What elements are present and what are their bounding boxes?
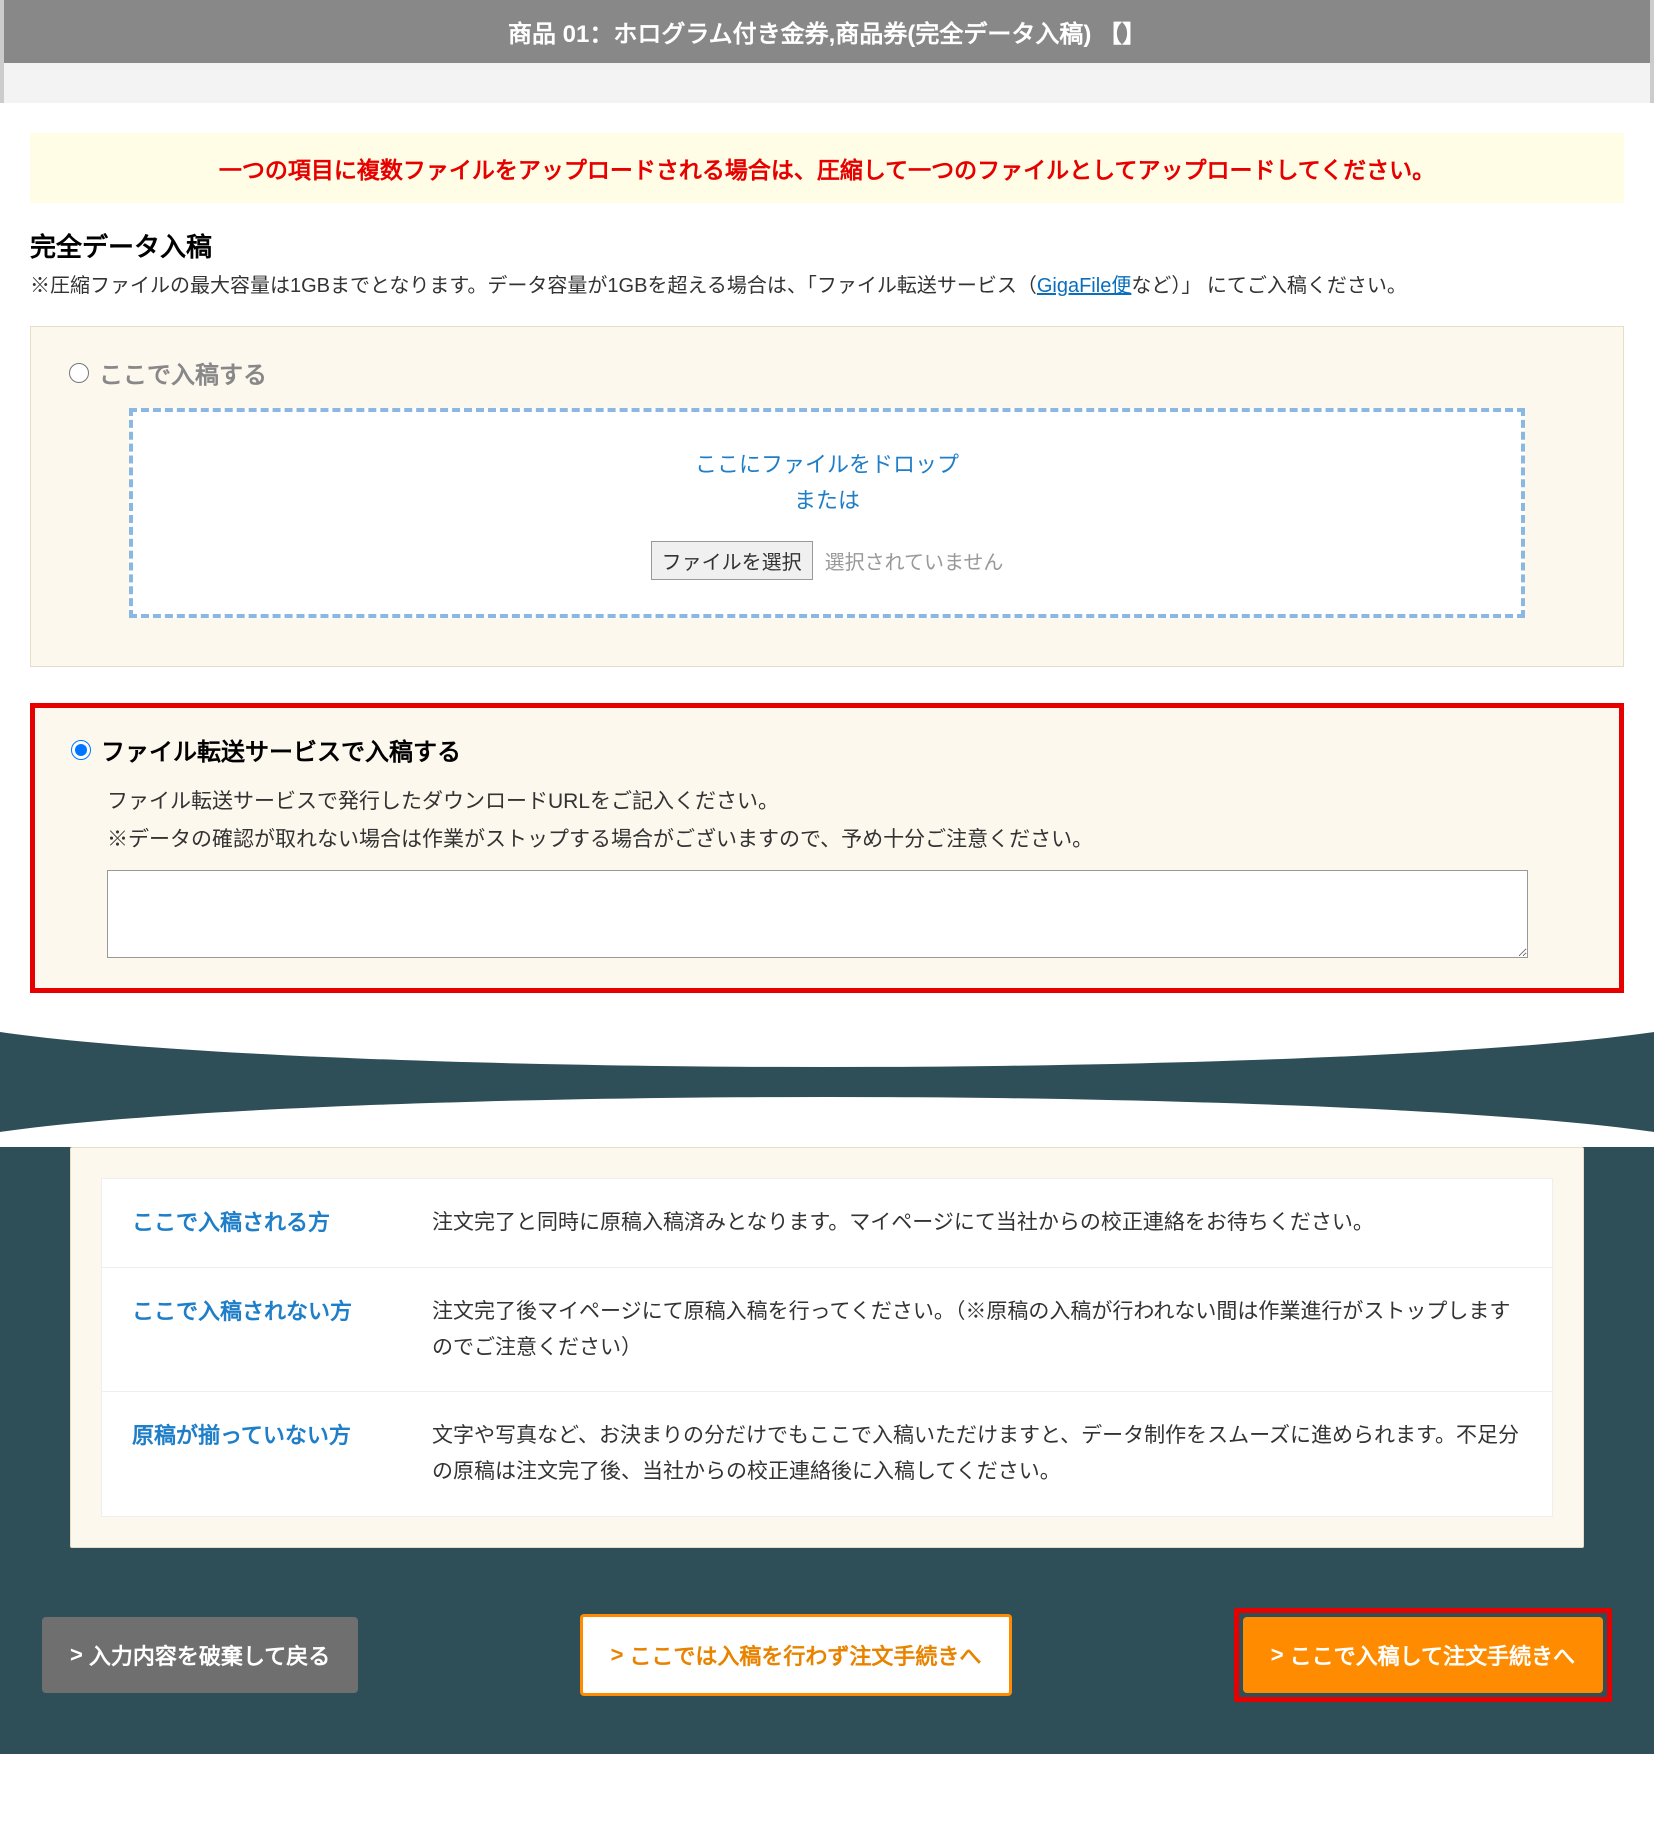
upload-here-label: ここで入稿する — [99, 355, 267, 390]
info-row-text: 注文完了後マイページにて原稿入稿を行ってください。（※原稿の入稿が行われない間は… — [432, 1294, 1522, 1365]
size-note-pre: ※圧縮ファイルの最大容量は1GBまでとなります。データ容量が1GBを超える場合は… — [30, 275, 1037, 297]
skip-upload-button[interactable]: > ここでは入稿を行わず注文手続きへ — [580, 1614, 1013, 1696]
transfer-desc-1: ファイル転送サービスで発行したダウンロードURLをご記入ください。 — [107, 785, 1583, 819]
discard-back-label: 入力内容を破棄して戻る — [89, 1639, 330, 1671]
compress-notice: 一つの項目に複数ファイルをアップロードされる場合は、圧縮して一つのファイルとして… — [30, 133, 1624, 203]
info-row-text: 文字や写真など、お決まりの分だけでもここで入稿いただけますと、データ制作をスムー… — [432, 1418, 1522, 1489]
info-row-label: ここで入稿されない方 — [132, 1294, 432, 1365]
section-title: 完全データ入稿 — [30, 227, 1624, 264]
transfer-url-textarea[interactable] — [107, 870, 1528, 958]
section-separator — [0, 1017, 1654, 1147]
gigafile-link[interactable]: GigaFile便 — [1037, 275, 1131, 297]
primary-highlight-frame: > ここで入稿して注文手続きへ — [1234, 1608, 1612, 1702]
info-row: ここで入稿される方 注文完了と同時に原稿入稿済みとなります。マイページにて当社か… — [102, 1179, 1552, 1268]
info-row-label: ここで入稿される方 — [132, 1205, 432, 1241]
upload-here-radio[interactable] — [69, 363, 89, 383]
choose-file-button[interactable]: ファイルを選択 — [651, 541, 813, 580]
transfer-desc-2: ※データの確認が取れない場合は作業がストップする場合がございますので、予め十分ご… — [107, 823, 1583, 857]
discard-back-button[interactable]: > 入力内容を破棄して戻る — [42, 1617, 358, 1693]
chevron-right-icon: > — [1271, 1642, 1284, 1668]
subheader-strip — [0, 63, 1654, 103]
chevron-right-icon: > — [611, 1642, 624, 1668]
transfer-service-label: ファイル転送サービスで入稿する — [101, 732, 461, 767]
size-note-post: など）」 にてご入稿ください。 — [1131, 275, 1407, 297]
product-header: 商品 01：ホログラム付き金券,商品券(完全データ入稿) 【】 — [0, 0, 1654, 63]
skip-upload-label: ここでは入稿を行わず注文手続きへ — [629, 1639, 981, 1671]
info-row-text: 注文完了と同時に原稿入稿済みとなります。マイページにて当社からの校正連絡をお待ち… — [432, 1205, 1374, 1241]
info-row: ここで入稿されない方 注文完了後マイページにて原稿入稿を行ってください。（※原稿… — [102, 1268, 1552, 1392]
dropzone-line1: ここにファイルをドロップ — [695, 447, 959, 479]
info-panel: ここで入稿される方 注文完了と同時に原稿入稿済みとなります。マイページにて当社か… — [70, 1147, 1584, 1547]
dropzone-line2: または — [794, 483, 860, 515]
size-note: ※圧縮ファイルの最大容量は1GBまでとなります。データ容量が1GBを超える場合は… — [30, 270, 1624, 302]
upload-here-panel: ここで入稿する ここにファイルをドロップ または ファイルを選択 選択されていま… — [30, 326, 1624, 667]
upload-proceed-label: ここで入稿して注文手続きへ — [1290, 1639, 1575, 1671]
upload-proceed-button[interactable]: > ここで入稿して注文手続きへ — [1243, 1617, 1603, 1693]
transfer-service-panel: ファイル転送サービスで入稿する ファイル転送サービスで発行したダウンロードURL… — [30, 703, 1624, 993]
file-dropzone[interactable]: ここにファイルをドロップ または ファイルを選択 選択されていません — [129, 408, 1525, 618]
file-chosen-status: 選択されていません — [825, 546, 1004, 575]
info-row-label: 原稿が揃っていない方 — [132, 1418, 432, 1489]
info-row: 原稿が揃っていない方 文字や写真など、お決まりの分だけでもここで入稿いただけます… — [102, 1392, 1552, 1515]
transfer-service-radio[interactable] — [71, 740, 91, 760]
chevron-right-icon: > — [70, 1642, 83, 1668]
